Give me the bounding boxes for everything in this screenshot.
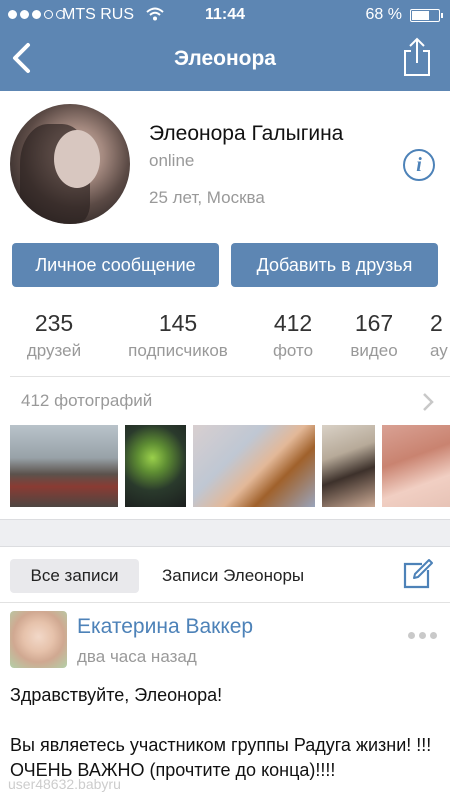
counter-audio[interactable]: 2 ау [430,310,450,361]
private-message-button[interactable]: Личное сообщение [12,243,219,287]
profile-avatar[interactable] [10,104,130,224]
photo-thumbnail[interactable] [10,425,118,507]
info-icon[interactable]: i [403,149,435,181]
counter-value: 167 [354,310,394,336]
profile-name: Элеонора Галыгина [149,122,344,145]
post-timestamp: два часа назад [77,647,197,666]
more-options-icon[interactable] [408,632,437,639]
counter-label: ау [430,341,448,360]
photos-count-link[interactable]: 412 фотографий [21,391,152,411]
online-status: online [149,151,195,170]
divider [10,376,450,377]
battery-percent: 68 % [365,6,402,23]
counter-friends[interactable]: 235 друзей [18,310,90,361]
counter-label: фото [272,341,314,360]
top-bar: MTS RUS 11:44 68 % Элеонора [0,0,450,91]
profile-age-city: 25 лет, Москва [149,188,265,207]
counter-value: 2 [430,310,443,336]
counter-label: друзей [26,341,82,360]
counter-value: 145 [158,310,198,336]
tab-all-posts[interactable]: Все записи [10,559,139,593]
counter-value: 235 [34,310,74,336]
profile-counters: 235 друзей 145 подписчиков 412 фото 167 … [0,310,450,366]
post-author-avatar[interactable] [10,611,67,668]
add-friend-button[interactable]: Добавить в друзья [231,243,438,287]
nav-title: Элеонора [173,47,276,70]
section-separator [0,519,450,547]
counter-photos[interactable]: 412 фото [262,310,324,361]
counter-label: подписчиков [128,341,228,360]
chevron-right-icon[interactable] [422,392,434,412]
counter-value: 412 [273,310,313,336]
photo-thumbnail[interactable] [382,425,450,507]
counter-label: видео [350,341,398,360]
divider [0,602,450,603]
photo-thumbnail[interactable] [125,425,186,507]
status-bar: MTS RUS 11:44 68 % [0,0,450,30]
post-author-name[interactable]: Екатерина Ваккер [77,615,253,639]
compose-icon[interactable] [402,558,434,590]
photo-thumbnail[interactable] [322,425,375,507]
tab-owner-posts[interactable]: Записи Элеоноры [162,559,304,593]
counter-videos[interactable]: 167 видео [343,310,405,361]
battery-icon [410,9,443,22]
post-body: Здравствуйте, Элеонора! Вы являетесь уча… [10,685,432,780]
watermark: user48632.babyru [8,776,121,792]
photo-thumbnail[interactable] [193,425,315,507]
share-icon[interactable] [402,37,432,77]
counter-followers[interactable]: 145 подписчиков [114,310,242,361]
